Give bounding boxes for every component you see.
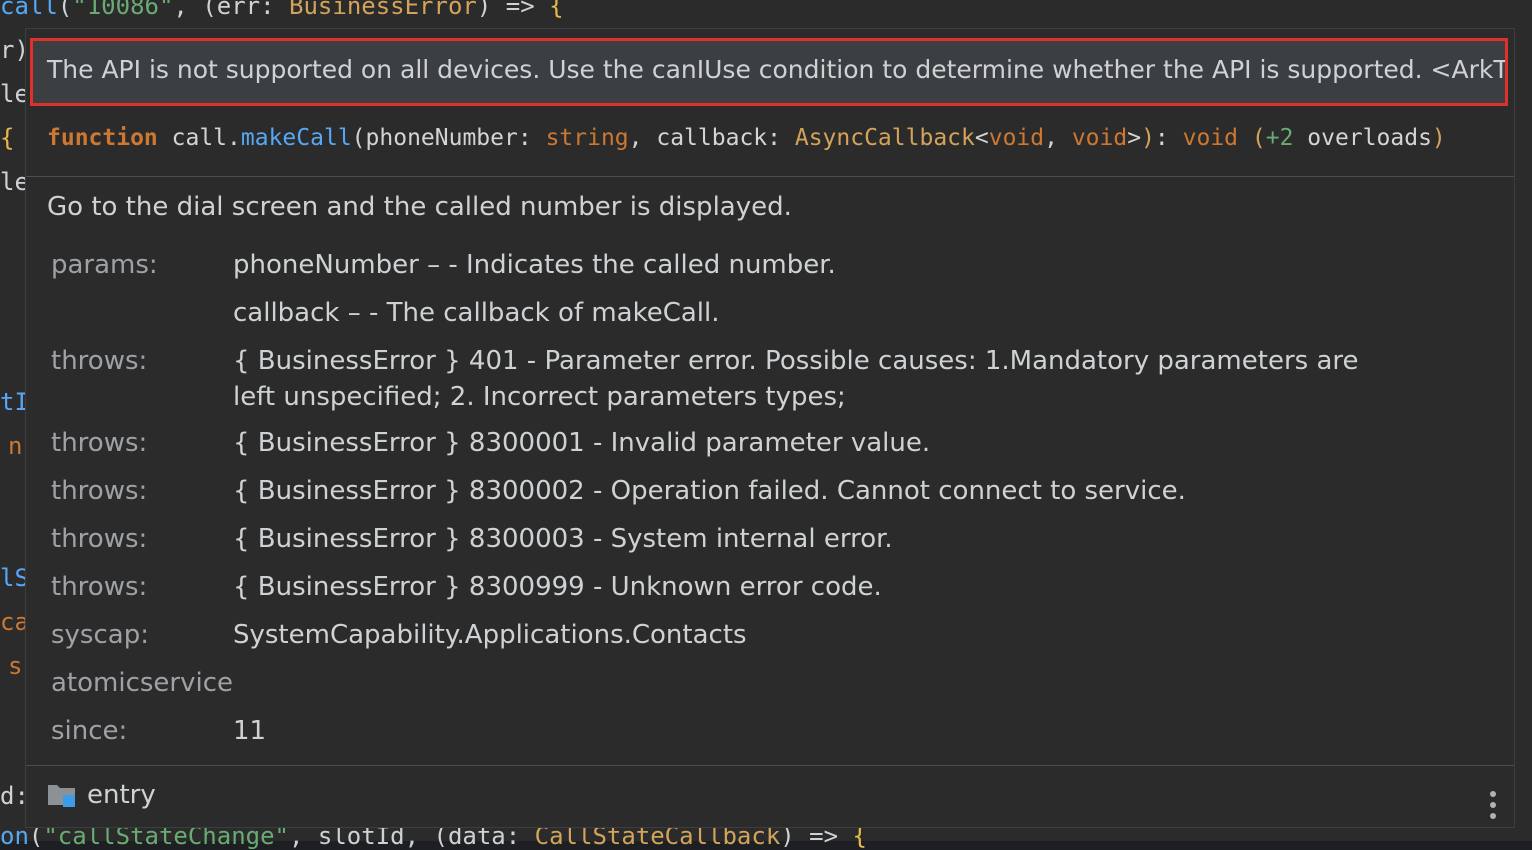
signature-param2-name: callback [656, 125, 768, 151]
doc-row: throws: { BusinessError } 8300001 - Inva… [51, 425, 1491, 461]
api-warning-message: The API is not supported on all devices.… [30, 38, 1508, 106]
doc-row: throws: { BusinessError } 8300003 - Syst… [51, 521, 1491, 557]
signature-param1-type: string [545, 125, 629, 151]
doc-row-label: throws: [51, 572, 148, 602]
doc-row-value: SystemCapability.Applications.Contacts [233, 620, 747, 650]
signature-method[interactable]: makeCall [241, 125, 352, 151]
doc-row: syscap: SystemCapability.Applications.Co… [51, 617, 1491, 653]
signature-object: call. [171, 125, 241, 151]
doc-row: throws: { BusinessError } 8300002 - Oper… [51, 473, 1491, 509]
signature-generic2: void [1071, 125, 1128, 151]
more-vertical-icon[interactable] [1490, 791, 1496, 819]
doc-row-value [291, 665, 1431, 701]
folder-module-icon [47, 781, 77, 809]
doc-row-value: callback – - The callback of makeCall. [233, 298, 720, 328]
doc-row-label: since: [51, 716, 128, 746]
module-footer[interactable]: entry [47, 775, 156, 815]
doc-row-label: atomicservice [51, 668, 234, 698]
doc-row: throws: { BusinessError } 8300999 - Unkn… [51, 569, 1491, 605]
doc-row-label [51, 295, 233, 331]
doc-row: throws: { BusinessError } 401 - Paramete… [51, 343, 1491, 415]
gutter-fragment: { [0, 124, 15, 152]
function-signature: function call.makeCall(phoneNumber: stri… [47, 125, 1446, 151]
signature-overloads-word: overloads [1307, 125, 1432, 151]
doc-tags-list: params: phoneNumber – - Indicates the ca… [51, 247, 1491, 749]
doc-row-value: { BusinessError } 401 - Parameter error.… [233, 346, 1359, 412]
signature-overloads-count: +2 [1265, 125, 1294, 151]
doc-row-label: throws: [51, 428, 148, 458]
doc-row-value: { BusinessError } 8300002 - Operation fa… [233, 476, 1186, 506]
footer-separator [26, 765, 1514, 766]
api-description: Go to the dial screen and the called num… [47, 192, 792, 222]
signature-return-type: void [1182, 125, 1239, 151]
doc-row-label: throws: [51, 346, 148, 376]
signature-generic1: void [988, 125, 1045, 151]
doc-row-label: params: [51, 250, 158, 280]
signature-keyword: function [47, 125, 158, 151]
signature-param2-type[interactable]: AsyncCallback [795, 125, 975, 151]
code-line-top: call("10086", (err: BusinessError) => { [0, 0, 564, 20]
doc-row-value: { BusinessError } 8300003 - System inter… [233, 524, 893, 554]
signature-param1-name: phoneNumber [365, 125, 518, 151]
gutter-fragment: s [8, 652, 23, 680]
doc-row: params: phoneNumber – - Indicates the ca… [51, 247, 1491, 283]
doc-row-label: throws: [51, 476, 148, 506]
doc-row: callback – - The callback of makeCall. [51, 295, 1491, 331]
module-name[interactable]: entry [87, 780, 156, 810]
doc-row-label: syscap: [51, 620, 149, 650]
doc-row-value: { BusinessError } 8300001 - Invalid para… [233, 428, 931, 458]
doc-row: atomicservice [51, 665, 1491, 701]
doc-row-label: throws: [51, 524, 148, 554]
documentation-popup: The API is not supported on all devices.… [25, 28, 1515, 828]
doc-row-value: { BusinessError } 8300999 - Unknown erro… [233, 572, 882, 602]
doc-row-value: phoneNumber – - Indicates the called num… [233, 250, 836, 280]
doc-row-value: 11 [233, 716, 267, 746]
separator [26, 176, 1514, 177]
doc-row: since: 11 [51, 713, 1491, 749]
gutter-fragment: n [8, 432, 23, 460]
